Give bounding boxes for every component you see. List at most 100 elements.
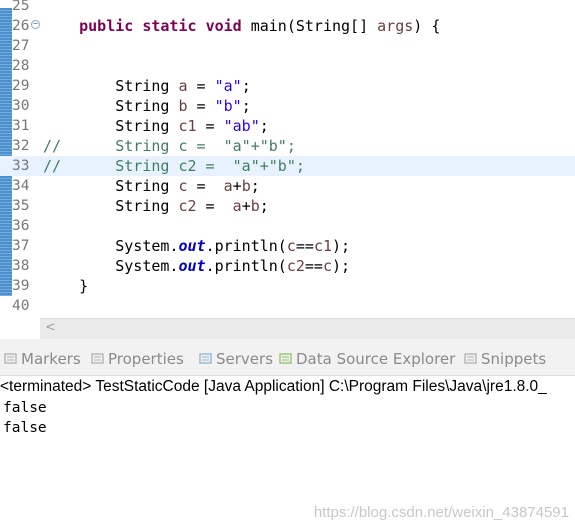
line-number: 29 <box>12 78 30 94</box>
code-token: + <box>241 197 251 215</box>
code-token: == <box>304 257 323 275</box>
code-text: String c1 = "ab"; <box>43 116 269 136</box>
line-number: 26 <box>12 18 30 34</box>
horizontal-scrollbar[interactable]: < <box>40 318 575 339</box>
code-text: String a = "a"; <box>43 76 250 96</box>
code-line[interactable]: 36 <box>0 216 575 236</box>
code-text: // String c = "a"+"b"; <box>43 136 296 156</box>
code-token: c2 <box>178 197 197 215</box>
line-number: 32 <box>12 138 30 154</box>
code-token: ; <box>259 197 269 215</box>
code-token: main(String[] <box>241 17 378 35</box>
code-token: b <box>250 197 260 215</box>
code-token: static <box>142 17 197 35</box>
code-token: "ab" <box>223 117 260 135</box>
code-line[interactable]: 31 String c1 = "ab"; <box>0 116 575 136</box>
code-token: String <box>43 77 179 95</box>
view-tab-bar: Markers Properties Servers Data Source Expl… <box>0 339 575 376</box>
code-line[interactable]: 29 String a = "a"; <box>0 76 575 96</box>
line-number: 38 <box>12 258 30 274</box>
code-text: // String c2 = "a"+"b"; <box>43 156 305 176</box>
watermark: https://blog.csdn.net/weixin_43874591 <box>313 504 569 521</box>
code-text: System.out.println(c==c1); <box>43 236 350 256</box>
code-token: = <box>187 77 215 95</box>
line-number: 35 <box>12 198 30 214</box>
code-token: = <box>196 197 233 215</box>
line-number: 39 <box>12 278 30 294</box>
code-token: "b" <box>214 97 242 115</box>
code-token: a <box>232 197 242 215</box>
code-line[interactable]: 39 } <box>0 276 575 296</box>
code-text: String c2 = a+b; <box>43 196 269 216</box>
servers-icon <box>199 350 212 364</box>
code-line[interactable]: 28 <box>0 56 575 76</box>
code-line[interactable]: 30 String b = "b"; <box>0 96 575 116</box>
code-token: = <box>196 117 224 135</box>
tab-label: Markers <box>21 350 81 368</box>
code-token: b <box>241 177 251 195</box>
code-token: b <box>178 97 188 115</box>
code-token: String <box>43 117 179 135</box>
code-token: c <box>178 177 188 195</box>
code-token: a <box>178 77 188 95</box>
line-number: 31 <box>12 118 30 134</box>
code-token: ; <box>250 177 260 195</box>
code-token: a <box>223 177 233 195</box>
tab-label: Servers <box>216 350 274 368</box>
line-number: 28 <box>12 58 30 74</box>
code-line[interactable]: 34 String c = a+b; <box>0 176 575 196</box>
code-line[interactable]: 40 <box>0 296 575 316</box>
code-token: c1 <box>313 237 332 255</box>
line-number: 36 <box>12 218 30 234</box>
data-source-icon <box>279 350 292 364</box>
code-line[interactable]: 38 System.out.println(c2==c); <box>0 256 575 276</box>
line-number: 30 <box>12 98 30 114</box>
tab-servers[interactable]: Servers <box>199 349 273 369</box>
code-token: String <box>43 197 179 215</box>
code-line[interactable]: 25 <box>0 0 575 16</box>
line-number: 27 <box>12 38 30 54</box>
code-line[interactable]: 35 String c2 = a+b; <box>0 196 575 216</box>
code-token: ); <box>332 257 351 275</box>
console-output-line: false <box>3 420 47 436</box>
code-token: out <box>178 237 206 255</box>
code-token: out <box>178 257 206 275</box>
code-token: System. <box>43 237 179 255</box>
code-token: = <box>187 177 224 195</box>
code-token: == <box>295 237 314 255</box>
code-token: // String c = "a"+"b"; <box>43 137 296 155</box>
code-line[interactable]: 27 <box>0 36 575 56</box>
code-text: public static void main(String[] args) { <box>43 16 440 36</box>
tab-label: Properties <box>108 350 184 368</box>
code-editor[interactable]: 25 26− public static void main(String[] a… <box>0 0 575 318</box>
tab-snippets[interactable]: Snippets <box>464 349 546 369</box>
tab-markers[interactable]: Markers <box>4 349 81 369</box>
code-line[interactable]: 26− public static void main(String[] arg… <box>0 16 575 36</box>
snippets-icon <box>464 350 477 364</box>
code-token: c <box>286 237 296 255</box>
code-token: System. <box>43 257 179 275</box>
code-token: + <box>232 177 242 195</box>
code-line[interactable]: 32 // String c = "a"+"b"; <box>0 136 575 156</box>
scroll-left-icon[interactable]: < <box>45 319 56 337</box>
console-header: <terminated> TestStaticCode [Java Applic… <box>0 378 547 395</box>
console-output-line: false <box>3 400 47 416</box>
code-line[interactable]: 33 // String c2 = "a"+"b"; <box>0 156 575 176</box>
code-text: System.out.println(c2==c); <box>43 256 350 276</box>
tab-data-source-explorer[interactable]: Data Source Explorer <box>279 349 455 369</box>
code-text: String c = a+b; <box>43 176 260 196</box>
line-number: 34 <box>12 178 30 194</box>
tab-properties[interactable]: Properties <box>91 349 184 369</box>
code-token: public <box>79 17 134 35</box>
line-number: 40 <box>12 298 30 314</box>
code-token: .println( <box>205 237 287 255</box>
code-token: String <box>43 177 179 195</box>
code-text: } <box>43 276 88 296</box>
code-line[interactable]: 37 System.out.println(c==c1); <box>0 236 575 256</box>
tab-label: Data Source Explorer <box>296 350 456 368</box>
code-token: .println( <box>205 257 287 275</box>
fold-collapse-icon[interactable]: − <box>31 20 40 29</box>
